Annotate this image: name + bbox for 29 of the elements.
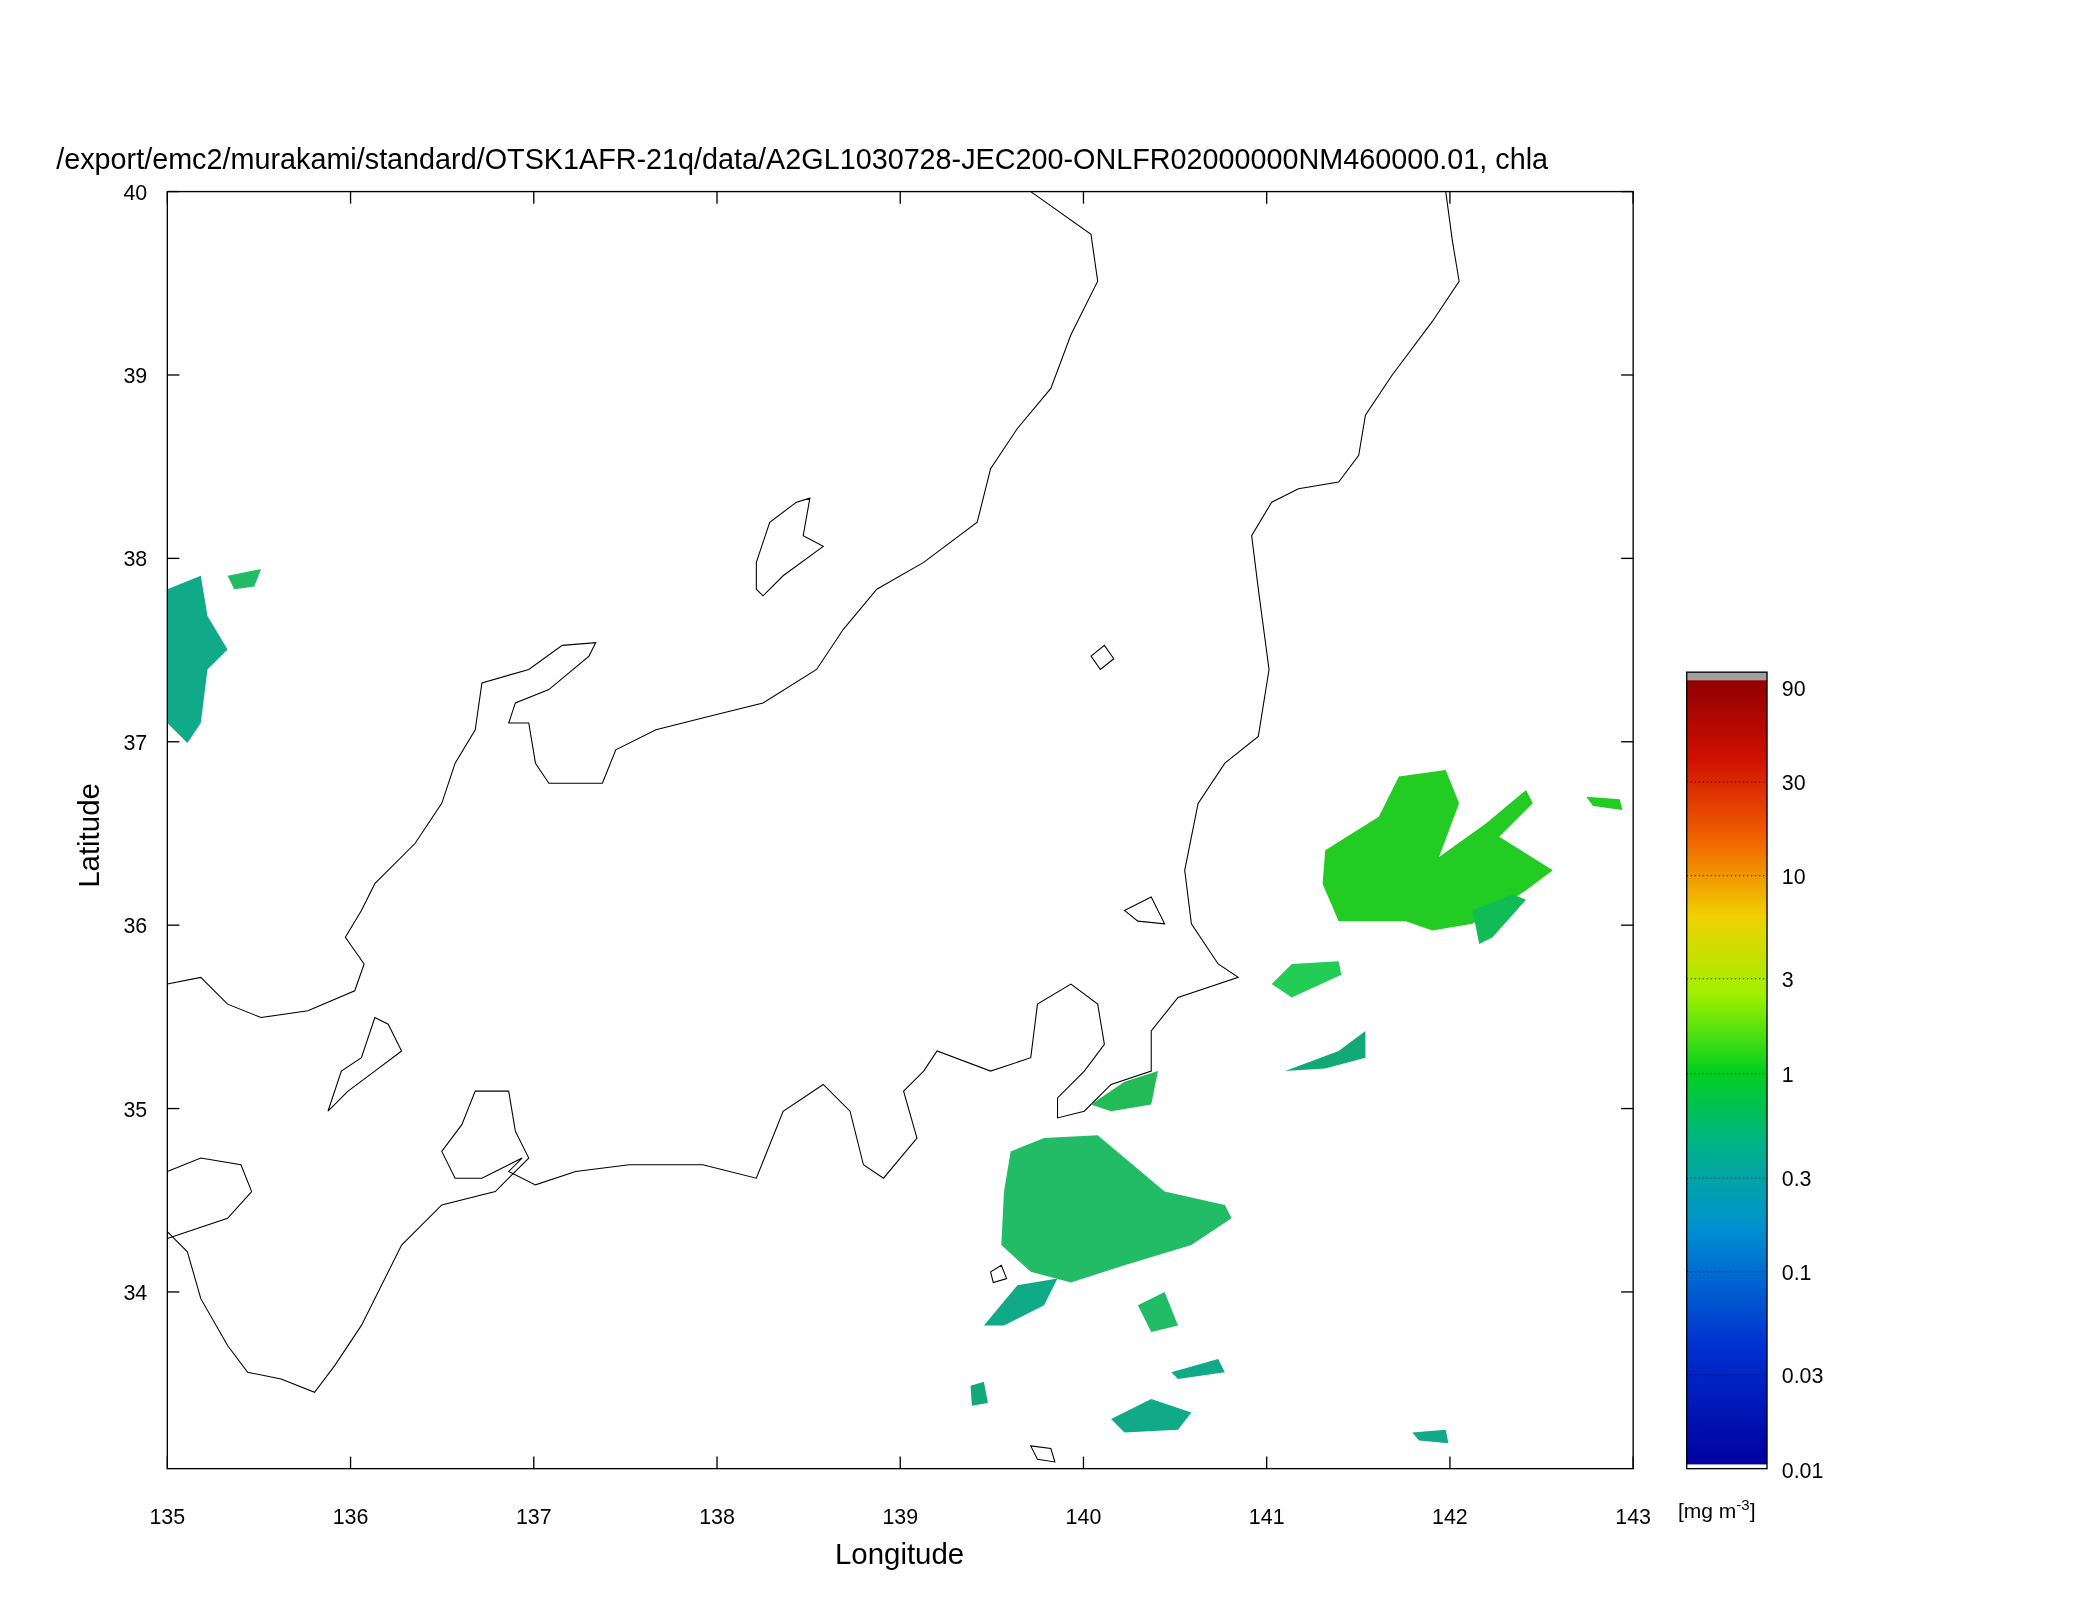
- y-tick-label: 37: [123, 730, 148, 755]
- y-tick-label: 35: [123, 1097, 148, 1122]
- colorbar-tick-label: 3: [1781, 967, 1794, 992]
- colorbar-tick-label: 0.1: [1781, 1260, 1812, 1285]
- y-tick-label: 36: [123, 914, 148, 939]
- x-tick-label: 139: [882, 1504, 919, 1529]
- x-tick-label: 142: [1432, 1504, 1468, 1529]
- y-tick-label: 39: [123, 364, 148, 388]
- colorbar-unit-label: [mg m$^{-3}$]: [1678, 1497, 1756, 1521]
- y-tick-label: 38: [123, 547, 148, 572]
- y-tick-label: 34: [123, 1281, 148, 1305]
- x-axis-label: Longitude: [834, 1536, 965, 1570]
- colorbar-tick-label: 0.01: [1781, 1459, 1824, 1484]
- x-tick-label: 140: [1065, 1504, 1102, 1529]
- plot-title: /export/emc2/murakami/standard/OTSK1AFR-21q/data/A2GL1030728-JEC200-ONLFR02000000NM460000.01, chla: [56, 142, 1549, 175]
- x-tick-label: 143: [1615, 1504, 1651, 1529]
- x-tick-label: 136: [332, 1504, 369, 1529]
- colorbar-tick-label: 10: [1781, 864, 1806, 889]
- colorbar-tick-label: 30: [1781, 770, 1806, 795]
- x-tick-label: 137: [515, 1504, 552, 1529]
- colorbar-tick-label: 1: [1781, 1062, 1794, 1087]
- y-tick-label: 40: [123, 180, 148, 205]
- colorbar-tick-label: 0.03: [1781, 1364, 1824, 1388]
- x-tick-label: 141: [1248, 1504, 1285, 1529]
- colorbar-tick-label: 90: [1781, 677, 1806, 702]
- colorbar-tick-label: 0.3: [1781, 1167, 1812, 1192]
- x-tick-label: 138: [699, 1504, 735, 1529]
- y-axis-label: Latitude: [72, 783, 106, 888]
- x-tick-label: 135: [149, 1504, 186, 1529]
